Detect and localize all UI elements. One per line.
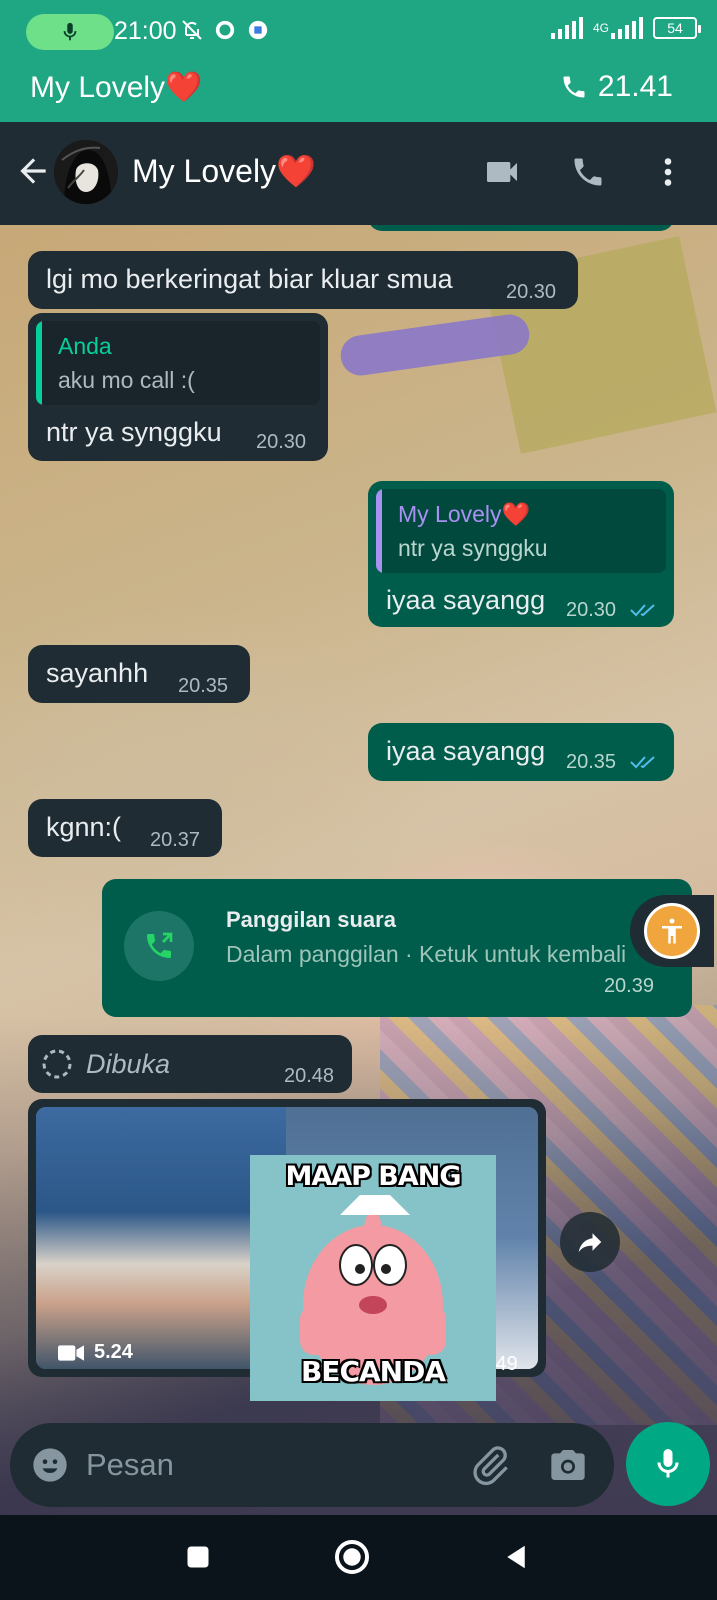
read-ticks-icon [630, 604, 655, 617]
message-text: iyaa sayangg [386, 585, 546, 615]
avatar[interactable] [54, 140, 118, 204]
contact-name[interactable]: My Lovely❤️ [132, 152, 316, 190]
phone-call-icon [147, 932, 173, 958]
nav-back-button[interactable] [496, 1537, 536, 1577]
system-navigation-bar [0, 1515, 717, 1600]
view-once-message[interactable]: Dibuka 20.48 [28, 1035, 352, 1093]
video-call-button[interactable] [482, 152, 522, 192]
quote-author: My Lovely❤️ [398, 501, 531, 527]
mic-icon [63, 22, 77, 41]
message-time: 20.37 [150, 829, 201, 851]
call-subtitle: Dalam panggilan · Ketuk untuk kembali [226, 941, 627, 967]
status-bar: 21:00 4G 54 [0, 0, 717, 62]
message-bubble-incoming[interactable]: lgi mo berkeringat biar kluar smua 20.30 [28, 251, 578, 309]
nav-home-icon [334, 1539, 370, 1575]
video-icon [58, 1344, 84, 1361]
emoji-icon[interactable] [30, 1445, 70, 1485]
forward-button[interactable] [560, 1212, 620, 1272]
voice-call-button[interactable] [568, 152, 608, 192]
chat-area[interactable]: lgi mo berkeringat biar kluar smua 20.30… [0, 225, 717, 1515]
app-notification-icon [213, 18, 237, 42]
message-composer [10, 1423, 614, 1507]
forward-icon [578, 1233, 602, 1252]
message-bubble-incoming[interactable]: Anda aku mo call :( ntr ya synggku 20.30 [28, 313, 328, 461]
signal-icon-2 [611, 17, 643, 39]
nav-back-icon [507, 1545, 525, 1569]
message-text: kgnn:( [46, 812, 122, 842]
message-text: Dibuka [86, 1049, 171, 1079]
message-time: 20.30 [256, 431, 307, 453]
back-button[interactable] [14, 152, 52, 190]
video-thumbnail[interactable] [36, 1107, 286, 1369]
attach-icon[interactable] [468, 1443, 512, 1487]
message-bubble-incoming[interactable]: sayanhh 20.35 [28, 645, 250, 703]
more-options-icon [664, 158, 672, 186]
message-time: 20.30 [506, 281, 557, 303]
message-bubble-outgoing[interactable]: My Lovely❤️ ntr ya synggku iyaa sayangg … [368, 481, 674, 627]
meme-bottom-text: BECANDA [300, 1355, 446, 1388]
call-title: Panggilan suara [226, 907, 396, 932]
accessibility-icon [662, 918, 682, 944]
nav-recents-icon [187, 1546, 209, 1568]
voice-call-message[interactable]: Panggilan suara Dalam panggilan · Ketuk … [102, 879, 692, 1017]
message-bubble-outgoing-partial[interactable] [368, 225, 674, 231]
message-bubble-outgoing[interactable]: iyaa sayangg 20.35 [368, 723, 674, 781]
message-text: lgi mo berkeringat biar kluar smua [46, 264, 453, 294]
read-ticks-icon [630, 756, 655, 769]
camera-icon[interactable] [548, 1445, 588, 1485]
message-input[interactable] [86, 1437, 446, 1493]
call-icon-circle [124, 911, 194, 981]
video-call-icon [487, 162, 517, 182]
message-text: ntr ya synggku [46, 417, 222, 447]
video-duration: 5.24 [58, 1341, 133, 1364]
phone-icon [563, 76, 585, 98]
notifications-muted-icon [180, 18, 204, 42]
message-time: 20.35 [566, 751, 617, 773]
back-arrow-icon [20, 158, 46, 184]
status-clock: 21:00 [114, 17, 177, 45]
message-time: 20.48 [284, 1065, 335, 1087]
message-text: sayanhh [46, 658, 149, 688]
signal-icon [550, 17, 583, 39]
call-banner-contact[interactable]: My Lovely❤️ [30, 70, 202, 105]
app-notification-icon-2 [246, 18, 270, 42]
message-time: 20.35 [178, 675, 229, 697]
message-time: 20.39 [603, 975, 654, 997]
network-type: 4G [592, 21, 609, 35]
quoted-message[interactable]: My Lovely❤️ ntr ya synggku [376, 489, 666, 573]
nav-home-button[interactable] [332, 1537, 372, 1577]
meme-top-text: MAAP BANG [285, 1161, 461, 1192]
phone-icon [574, 158, 602, 186]
battery-indicator: 54 [653, 17, 701, 39]
message-bubble-incoming[interactable]: kgnn:( 20.37 [28, 799, 222, 857]
chat-header: My Lovely❤️ [0, 122, 717, 225]
voice-message-button[interactable] [626, 1422, 710, 1506]
quote-text: aku mo call :( [58, 367, 195, 393]
mic-icon [657, 1449, 679, 1478]
meme-sticker[interactable]: MAAP BANG BECANDA [250, 1155, 496, 1401]
quoted-message[interactable]: Anda aku mo call :( [36, 321, 320, 405]
quote-text: ntr ya synggku [398, 535, 548, 561]
message-time: 20.30 [566, 599, 617, 621]
quote-author: Anda [58, 333, 112, 359]
accessibility-button[interactable] [630, 895, 714, 967]
nav-recents-button[interactable] [178, 1537, 218, 1577]
more-options-button[interactable] [648, 152, 688, 192]
call-banner-duration[interactable]: 21.41 [560, 70, 673, 104]
view-once-icon [42, 1049, 72, 1079]
mic-in-use-indicator [26, 14, 114, 50]
message-text: iyaa sayangg [386, 736, 546, 766]
